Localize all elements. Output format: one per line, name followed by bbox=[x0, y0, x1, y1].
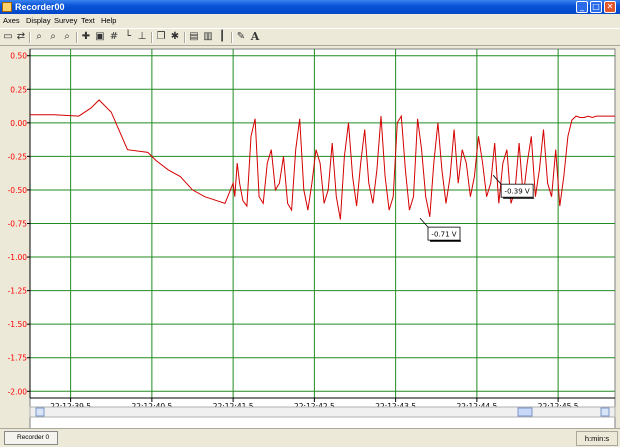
status-bar: Recorder 0 h:min:s bbox=[0, 428, 620, 447]
scroll-right-button[interactable] bbox=[600, 407, 610, 417]
close-button[interactable]: ✕ bbox=[604, 1, 616, 13]
copy-icon[interactable]: ❐ bbox=[155, 31, 167, 43]
menu-display[interactable]: Display bbox=[26, 16, 51, 25]
menu-help[interactable]: Help bbox=[101, 16, 116, 25]
view-icon[interactable]: ▭ bbox=[2, 31, 14, 43]
app-icon bbox=[2, 2, 12, 12]
cursor-icon[interactable]: ✱ bbox=[169, 31, 181, 43]
menu-bar: Axes Display Survey Text Help bbox=[0, 14, 620, 28]
toolbar-separator bbox=[29, 32, 31, 43]
menu-text[interactable]: Text bbox=[81, 16, 95, 25]
toolbar-separator bbox=[76, 32, 78, 43]
y-tick-label: -2.00 bbox=[8, 387, 28, 396]
minimize-button[interactable]: _ bbox=[576, 1, 588, 13]
axis-icon[interactable]: ⊥ bbox=[136, 31, 148, 43]
y-tick-label: -0.25 bbox=[8, 152, 28, 161]
y-tick-label: -1.50 bbox=[8, 320, 28, 329]
status-units: h:min:s bbox=[576, 431, 618, 446]
toolbar: ▭ ⇄ ⌕ ⌕ ⌕ ✚ ▣ # └ ⊥ ❐ ✱ ▤ ▥ ┃ ✎ A bbox=[0, 28, 620, 46]
chart-svg: 0.50 0.25 0.00 -0.25 -0.50 -0.75 -1.00 -1.25 -1.… bbox=[8, 48, 616, 446]
status-task[interactable]: Recorder 0 bbox=[4, 431, 58, 445]
scroll-left-button[interactable] bbox=[35, 407, 45, 417]
y-tick-label: 0.00 bbox=[10, 119, 27, 128]
y-tick-label: -1.25 bbox=[8, 287, 28, 296]
y-tick-labels: 0.50 0.25 0.00 -0.25 -0.50 -0.75 -1.00 -1.25 -1.… bbox=[8, 52, 28, 397]
zoom-out-icon[interactable]: ⌕ bbox=[61, 31, 73, 43]
cross-icon[interactable]: ✚ bbox=[80, 31, 92, 43]
y-tick-label: -0.50 bbox=[8, 186, 28, 195]
menu-axes[interactable]: Axes bbox=[3, 16, 20, 25]
y-tick-label: 0.25 bbox=[10, 85, 27, 94]
window-icon[interactable]: ▤ bbox=[188, 31, 200, 43]
maximize-button[interactable]: □ bbox=[590, 1, 602, 13]
annotation-label: -0.71 V bbox=[431, 231, 456, 239]
toolbar-separator bbox=[184, 32, 186, 43]
y-tick-label: -1.00 bbox=[8, 253, 28, 262]
chart-area: 0.50 0.25 0.00 -0.25 -0.50 -0.75 -1.00 -1.25 -1.… bbox=[0, 46, 620, 446]
zoom-in-icon[interactable]: ⌕ bbox=[33, 31, 45, 43]
toolbar-separator bbox=[231, 32, 233, 43]
y-tick-label: -0.75 bbox=[8, 220, 28, 229]
toolbar-separator bbox=[151, 32, 153, 43]
window2-icon[interactable]: ▥ bbox=[202, 31, 214, 43]
window-title: Recorder00 bbox=[15, 2, 65, 12]
y-tick-label: 0.50 bbox=[10, 52, 27, 61]
zoom-fit-icon[interactable]: ⌕ bbox=[47, 31, 59, 43]
plot-background bbox=[29, 48, 616, 446]
y-tick-label: -1.75 bbox=[8, 354, 28, 363]
lin-icon[interactable]: └ bbox=[122, 31, 134, 43]
grid-icon[interactable]: # bbox=[108, 31, 120, 43]
scroll-thumb[interactable] bbox=[517, 407, 533, 417]
annotation-label: -0.39 V bbox=[505, 188, 530, 196]
bars-icon[interactable]: ┃ bbox=[216, 31, 228, 43]
menu-survey[interactable]: Survey bbox=[54, 16, 77, 25]
font-icon[interactable]: A bbox=[249, 31, 261, 43]
arrow-icon[interactable]: ⇄ bbox=[15, 31, 27, 43]
title-bar: Recorder00 _ □ ✕ bbox=[0, 0, 620, 14]
save-icon[interactable]: ▣ bbox=[94, 31, 106, 43]
brush-icon[interactable]: ✎ bbox=[235, 31, 247, 43]
